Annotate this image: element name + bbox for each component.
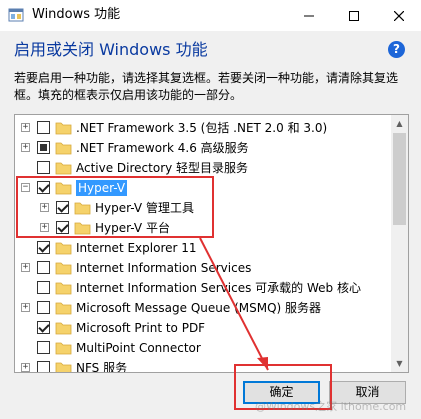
watermark: @Windows之家 ithome.com [255, 400, 407, 413]
annotation-arrow [199, 237, 269, 371]
windows-features-dialog: Windows 功能 启用或关闭 Windows 功能 ? 若要启用一种功能，请… [0, 0, 421, 419]
